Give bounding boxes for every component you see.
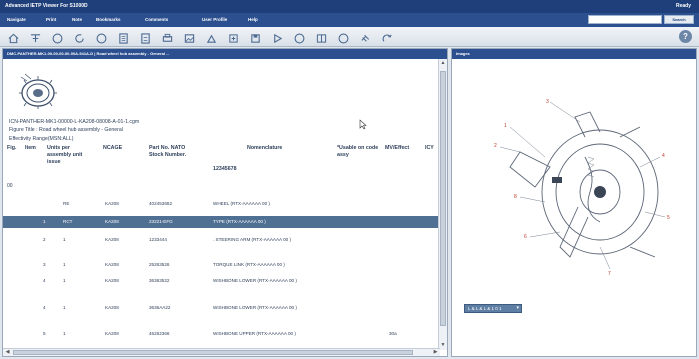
- window-title: Advanced IETP Viewer For S1000D: [5, 3, 88, 9]
- save-icon[interactable]: [250, 31, 261, 43]
- zoom-select[interactable]: L & L & L & 1 0 1 ▾: [464, 304, 522, 313]
- record-icon[interactable]: [294, 31, 305, 44]
- svg-text:7: 7: [608, 271, 611, 277]
- chevron-down-icon: ▾: [516, 305, 519, 311]
- column-part-number: Part No. NATO Stock Number.: [149, 145, 187, 158]
- scroll-left-icon[interactable]: ◀: [4, 349, 11, 356]
- home-icon[interactable]: [8, 31, 19, 44]
- parts-list-content: ICN-PANTHER-MK1-00000-L-KA208-08008-A-01…: [3, 59, 439, 350]
- scroll-thumb-horizontal[interactable]: [13, 350, 413, 355]
- title-bar: Advanced IETP Viewer For S1000D Ready: [0, 0, 699, 13]
- figure-number: 00: [7, 183, 13, 189]
- svg-text:4: 4: [662, 153, 665, 159]
- table-row[interactable]: 2 1 KA208 1233444 . STEERING ARM (RTX-AA…: [3, 235, 439, 255]
- svg-text:1: 1: [504, 123, 507, 129]
- document-icon[interactable]: [118, 31, 129, 44]
- image-icon[interactable]: [184, 31, 195, 43]
- parts-list-pane: DMC-PANTHER-MK1-00-00-00-00-00A-941A-D |…: [2, 48, 448, 357]
- svg-text:6: 6: [524, 234, 527, 240]
- link-icon[interactable]: [360, 31, 371, 42]
- forward-icon[interactable]: [96, 31, 107, 44]
- tree-icon[interactable]: [30, 31, 41, 43]
- scroll-down-icon[interactable]: ▼: [440, 342, 446, 349]
- column-usable-on: *Usable on code assy: [337, 145, 379, 158]
- column-item: Item: [25, 145, 36, 151]
- scroll-up-icon[interactable]: ▲: [440, 60, 446, 67]
- svg-text:8: 8: [514, 194, 517, 200]
- effectivity-range: Effectivity Range(MSN:ALL): [9, 136, 74, 142]
- column-mv-effect: MV/Effect: [385, 145, 410, 151]
- menu-note[interactable]: Note: [72, 17, 82, 22]
- menu-comments[interactable]: Comments: [145, 17, 168, 22]
- menu-print[interactable]: Print: [46, 17, 56, 22]
- column-icy: ICY: [425, 145, 434, 151]
- svg-text:2: 2: [494, 143, 497, 149]
- upload-icon[interactable]: [206, 31, 217, 43]
- table-row[interactable]: 3 1 KA208 25263526 TORQUE LINK (RTX-AAAA…: [3, 260, 439, 272]
- scroll-right-icon[interactable]: ▶: [432, 349, 439, 356]
- horizontal-scrollbar[interactable]: ◀ ▶: [3, 348, 440, 356]
- icn-reference[interactable]: ICN-PANTHER-MK1-00000-L-KA208-08008-A-01…: [9, 119, 139, 125]
- table-row-selected[interactable]: 1 RCT KA208 23221-EFG TYPE (RTX-AAAAAA 0…: [3, 216, 439, 228]
- figure-title: Figure Title : Road wheel hub assembly -…: [9, 127, 123, 133]
- print-icon[interactable]: [162, 31, 173, 42]
- refresh-icon[interactable]: [74, 31, 85, 43]
- exploded-assembly-illustration[interactable]: 1 2 3 4 5 6 7 8: [490, 97, 686, 277]
- list-icon[interactable]: [140, 31, 151, 44]
- play-icon[interactable]: [272, 31, 283, 44]
- toolbar: ?: [0, 27, 699, 47]
- back-icon[interactable]: [52, 31, 63, 44]
- column-ncage: NCAGE: [103, 145, 123, 151]
- vertical-scrollbar[interactable]: ▲ ▼: [438, 59, 447, 350]
- svg-text:3: 3: [546, 99, 549, 105]
- svg-text:5: 5: [667, 215, 670, 221]
- table-row[interactable]: RE KA208 402453682 WHEEL (RTX-AAAAAA 00 …: [3, 195, 439, 215]
- status-text: Ready: [675, 3, 691, 9]
- search-input[interactable]: [588, 15, 662, 24]
- images-header: Images: [452, 49, 696, 59]
- table-row[interactable]: 5 1 KA208 46262366 WISHBONE UPPER (RTX-A…: [3, 329, 439, 349]
- zoom-value: L & L & L & 1 0 1: [468, 306, 502, 311]
- column-units: Units per assembly unit issue: [47, 145, 83, 165]
- data-module-header: DMC-PANTHER-MK1-00-00-00-00-00A-941A-D |…: [3, 49, 447, 59]
- table-row[interactable]: 4 1 KA208 36363522 WISHBONE LOWER (RTX-A…: [3, 276, 439, 296]
- wheel-hub-thumbnail[interactable]: [17, 71, 59, 111]
- book-icon[interactable]: [316, 31, 327, 43]
- images-pane: Images 123 456 78 L & L & L & 1 0 1 ▾: [451, 48, 697, 357]
- mouse-cursor-icon: [359, 119, 367, 130]
- menu-user-profile[interactable]: User Profile: [202, 17, 227, 22]
- help-button[interactable]: ?: [679, 30, 692, 43]
- column-nomenclature: Nomenclature: [247, 145, 283, 151]
- menu-bookmarks[interactable]: Bookmarks: [96, 17, 121, 22]
- column-fig: Fig.: [7, 145, 17, 151]
- scroll-thumb[interactable]: [440, 71, 446, 326]
- menu-help[interactable]: Help: [248, 17, 258, 22]
- search-button[interactable]: Search: [664, 15, 694, 24]
- menu-navigate[interactable]: Navigate: [7, 17, 26, 22]
- zoom-in-icon[interactable]: [228, 31, 239, 43]
- table-row[interactable]: 4 1 KA208 3636AA22 WISHBONE LOWER (RTX-A…: [3, 303, 439, 323]
- redo-icon[interactable]: [382, 31, 393, 42]
- menu-bar: Navigate Print Note Bookmarks Comments U…: [0, 13, 699, 27]
- nomenclature-subheader: 12345678: [213, 166, 237, 172]
- circle-icon[interactable]: [338, 31, 349, 44]
